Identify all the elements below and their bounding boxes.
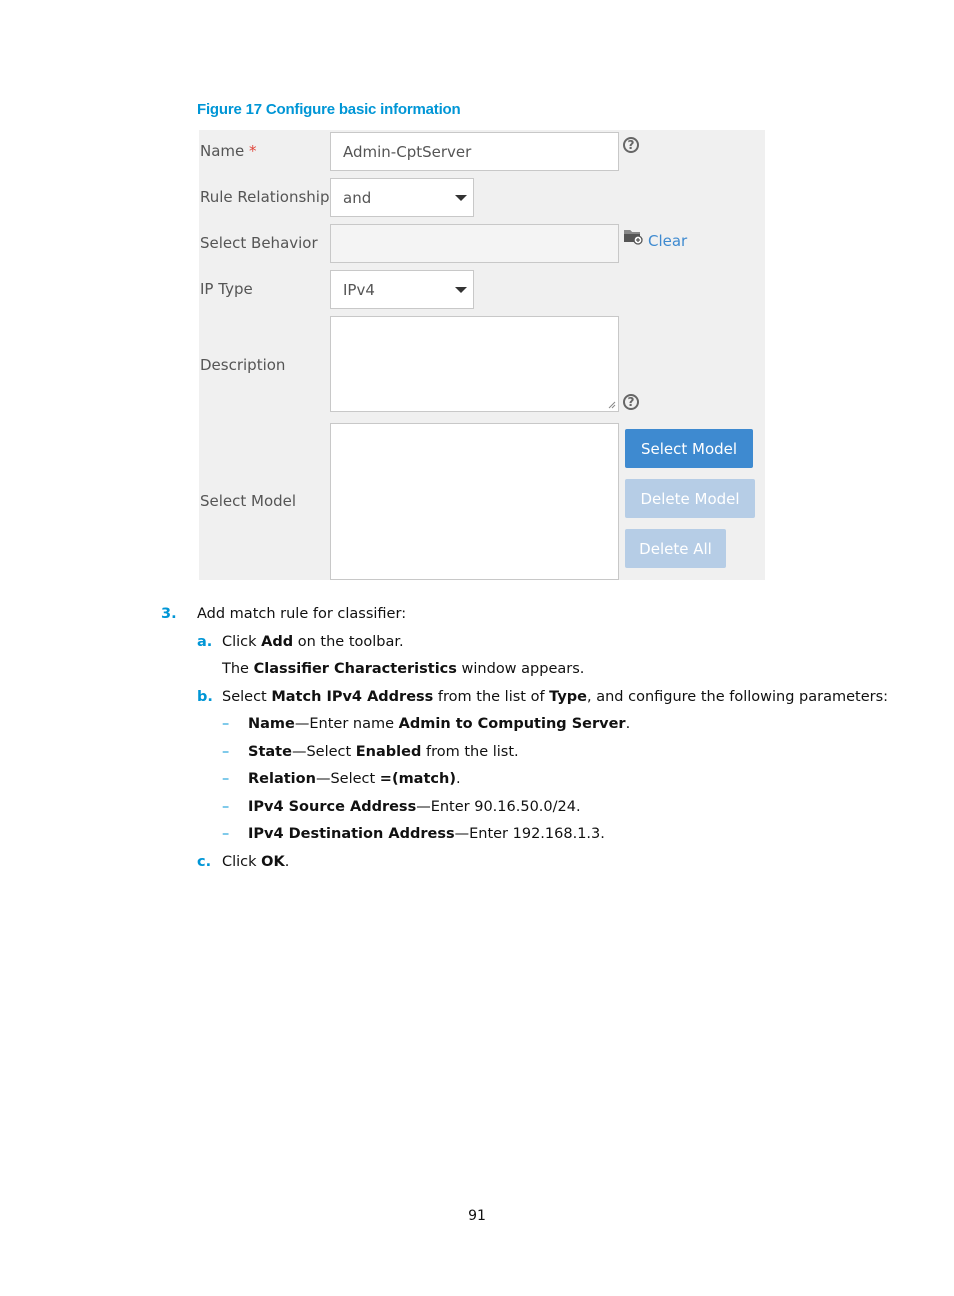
bullet-dash: –: [222, 826, 230, 842]
step-number: 3.: [161, 606, 177, 622]
bold-term: IPv4 Destination Address: [248, 826, 455, 842]
rule-relationship-value: and: [343, 188, 372, 207]
required-mark: *: [249, 142, 257, 160]
param-item: IPv4 Destination Address—Enter 192.168.1…: [248, 826, 605, 842]
text: from the list.: [421, 744, 519, 760]
name-input-value: Admin-CptServer: [343, 142, 472, 161]
basic-info-form: Name * Admin-CptServer ? Rule Relationsh…: [199, 130, 765, 580]
text: Click: [222, 854, 262, 870]
text: from the list of: [433, 689, 550, 705]
substep-letter: c.: [197, 854, 212, 870]
substep-letter: a.: [197, 634, 213, 650]
delete-model-button[interactable]: Delete Model: [625, 479, 755, 518]
name-input[interactable]: Admin-CptServer: [330, 132, 619, 171]
bullet-dash: –: [222, 716, 230, 732]
select-model-label: Select Model: [200, 492, 297, 510]
bold-term: Relation: [248, 771, 316, 787]
folder-add-icon[interactable]: [623, 227, 643, 245]
substep-a-text: Click Add on the toolbar.: [222, 634, 404, 650]
param-item: State—Select Enabled from the list.: [248, 744, 519, 760]
help-icon[interactable]: ?: [623, 394, 639, 410]
bullet-dash: –: [222, 744, 230, 760]
rule-relationship-label: Rule Relationship: [200, 188, 330, 206]
text: Click: [222, 634, 262, 650]
text: window appears.: [456, 661, 585, 677]
figure-caption: Figure 17 Configure basic information: [197, 101, 461, 118]
substep-a-note: The Classifier Characteristics window ap…: [222, 661, 584, 677]
chevron-down-icon: [455, 194, 467, 201]
bold-term: IPv4 Source Address: [248, 799, 417, 815]
text: .: [625, 716, 631, 732]
select-model-button[interactable]: Select Model: [625, 429, 753, 468]
substep-letter: b.: [197, 689, 213, 705]
text: —Enter 192.168.1.3.: [454, 826, 605, 842]
text: —Select: [291, 744, 356, 760]
bold-term: State: [248, 744, 292, 760]
bold-term: Match IPv4 Address: [271, 689, 434, 705]
text: The: [222, 661, 254, 677]
substep-b-text: Select Match IPv4 Address from the list …: [222, 689, 888, 705]
bold-term: Admin to Computing Server: [398, 716, 626, 732]
description-label: Description: [200, 356, 286, 374]
text: , and configure the following parameters…: [587, 689, 889, 705]
model-list-box[interactable]: [330, 423, 619, 580]
help-icon[interactable]: ?: [623, 137, 639, 153]
text: on the toolbar.: [293, 634, 404, 650]
bold-term: Type: [549, 689, 587, 705]
ip-type-value: IPv4: [343, 280, 375, 299]
text: .: [284, 854, 290, 870]
bold-term: =(match): [379, 771, 456, 787]
select-behavior-input[interactable]: [330, 224, 619, 263]
bold-term: Enabled: [355, 744, 422, 760]
rule-relationship-select[interactable]: and: [330, 178, 474, 217]
param-item: Relation—Select =(match).: [248, 771, 461, 787]
chevron-down-icon: [455, 286, 467, 293]
ip-type-label: IP Type: [200, 280, 253, 298]
delete-all-button[interactable]: Delete All: [625, 529, 726, 568]
bold-term: OK: [261, 854, 285, 870]
bold-term: Name: [248, 716, 295, 732]
text: .: [455, 771, 461, 787]
resize-handle-icon[interactable]: [608, 401, 616, 409]
select-behavior-label: Select Behavior: [200, 234, 318, 252]
param-item: Name—Enter name Admin to Computing Serve…: [248, 716, 630, 732]
name-label-text: Name: [200, 142, 245, 160]
bullet-dash: –: [222, 771, 230, 787]
substep-c-text: Click OK.: [222, 854, 289, 870]
page-number: 91: [468, 1208, 486, 1224]
bold-term: Add: [261, 634, 294, 650]
name-label: Name *: [200, 142, 257, 160]
ip-type-select[interactable]: IPv4: [330, 270, 474, 309]
text: Select: [222, 689, 272, 705]
step-3-text: Add match rule for classifier:: [197, 606, 407, 622]
bullet-dash: –: [222, 799, 230, 815]
description-textarea[interactable]: [330, 316, 619, 412]
text: —Enter name: [294, 716, 399, 732]
param-item: IPv4 Source Address—Enter 90.16.50.0/24.: [248, 799, 581, 815]
text: —Enter 90.16.50.0/24.: [416, 799, 581, 815]
bold-term: Classifier Characteristics: [253, 661, 457, 677]
text: —Select: [315, 771, 380, 787]
clear-link[interactable]: Clear: [648, 232, 687, 250]
